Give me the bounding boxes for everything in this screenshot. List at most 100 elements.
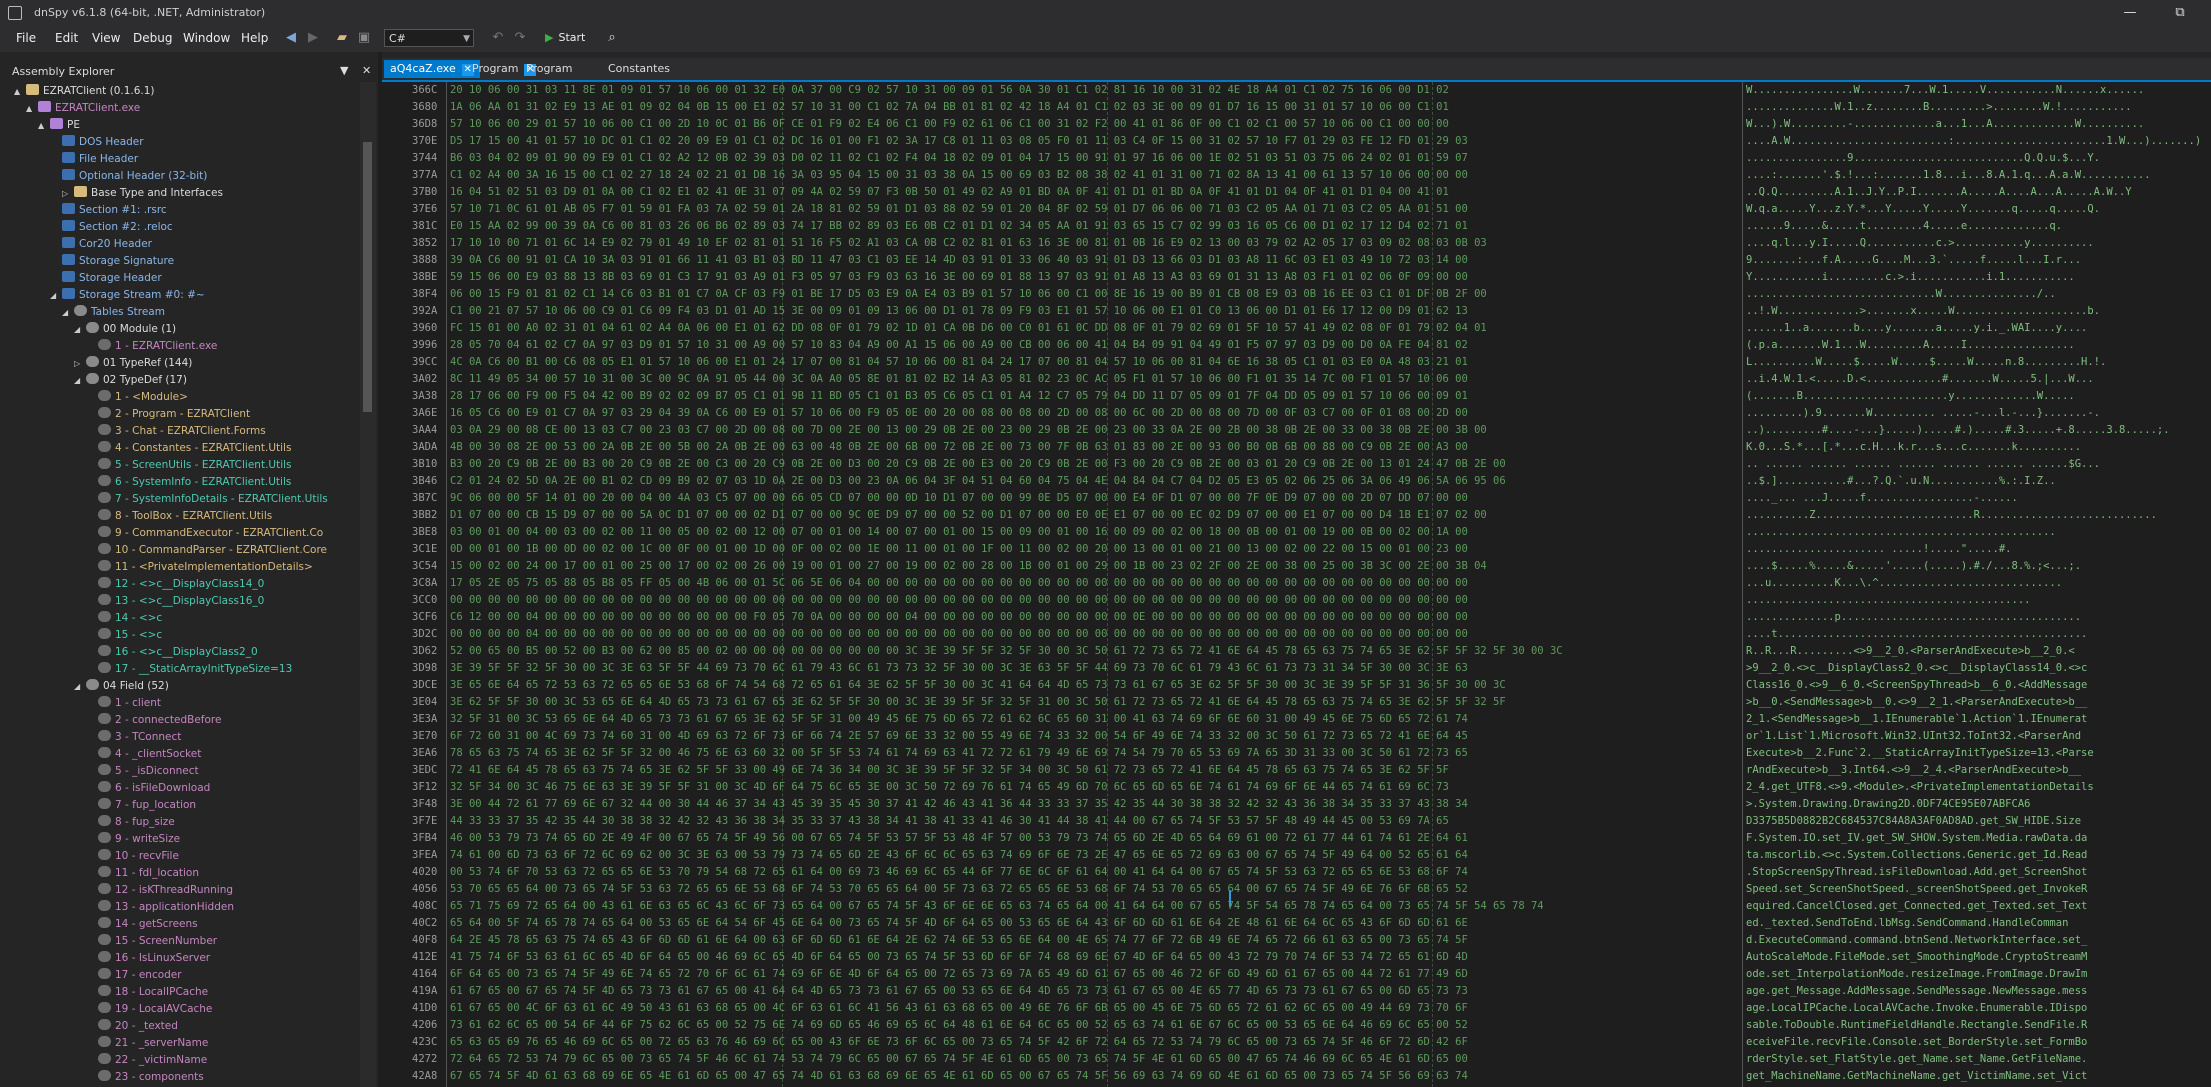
tree-node[interactable]: 16 - IsLinuxServer xyxy=(86,950,210,967)
hex-row[interactable]: 3A38 28 17 06 00 F9 00 F5 04 42 00 B9 02 … xyxy=(382,388,2211,405)
hex-ascii[interactable]: ..Q.Q.........A.1..J.Y..P.I.......A.....… xyxy=(1746,184,2132,201)
hex-bytes[interactable]: 00 00 00 00 00 00 00 00 00 00 00 00 00 0… xyxy=(450,592,1468,609)
tree-node[interactable]: 11 - <PrivateImplementationDetails> xyxy=(86,559,313,576)
language-select[interactable]: C# ▼ xyxy=(384,29,474,47)
hex-bytes[interactable]: 15 00 02 00 24 00 17 00 01 00 25 00 17 0… xyxy=(450,558,1487,575)
explorer-dropdown-icon[interactable]: ▼ xyxy=(340,64,348,77)
hex-bytes[interactable]: B3 00 20 C9 0B 2E 00 B3 00 20 C9 0B 2E 0… xyxy=(450,456,1506,473)
hex-row[interactable]: 3888 39 0A C6 00 91 01 CA 10 3A 03 91 01 … xyxy=(382,252,2211,269)
tree-node[interactable]: 13 - <>c__DisplayClass16_0 xyxy=(86,593,264,610)
hex-row[interactable]: 3B10 B3 00 20 C9 0B 2E 00 B3 00 20 C9 0B … xyxy=(382,456,2211,473)
tree-node[interactable]: 15 - <>c xyxy=(86,627,162,644)
undo-icon[interactable]: ↶ xyxy=(490,30,506,46)
hex-bytes[interactable]: E0 15 AA 02 99 00 39 0A C6 00 81 03 26 0… xyxy=(450,218,1468,235)
hex-ascii[interactable]: rAndExecute>b__3.Int64.<>9__2_4.<ParserA… xyxy=(1746,762,2081,779)
hex-bytes[interactable]: 16 05 C6 00 E9 01 C7 0A 97 03 29 04 39 0… xyxy=(450,405,1468,422)
hex-row[interactable]: 41D0 61 67 65 00 4C 6F 63 61 6C 49 50 43 … xyxy=(382,1000,2211,1017)
hex-ascii[interactable]: age.LocalIPCache.LocalAVCache.Invoke.Enu… xyxy=(1746,1000,2087,1017)
hex-bytes[interactable]: 0D 00 01 00 1B 00 0D 00 02 00 1C 00 0F 0… xyxy=(450,541,1468,558)
hex-ascii[interactable]: ....A.W.........................:.......… xyxy=(1746,133,2201,150)
tree-node[interactable]: 7 - fup_location xyxy=(86,797,196,814)
hex-ascii[interactable]: 9.......:...f.A.....G....M...3.`.....f..… xyxy=(1746,252,2081,269)
hex-row[interactable]: 3960 FC 15 01 00 A0 02 31 01 04 61 02 A4 … xyxy=(382,320,2211,337)
tree-node[interactable]: ▲ PE xyxy=(38,117,80,134)
hex-bytes[interactable]: 3E 62 5F 5F 30 00 3C 53 65 6E 64 4D 65 7… xyxy=(450,694,1506,711)
hex-row[interactable]: 3BE8 03 00 01 00 04 00 03 00 02 00 11 00 … xyxy=(382,524,2211,541)
hex-ascii[interactable]: .........).9.......W.......... .....-...… xyxy=(1746,405,2100,422)
open-icon[interactable]: ▰ xyxy=(334,30,350,46)
hex-bytes[interactable]: 61 67 65 00 67 65 74 5F 4D 65 73 73 61 6… xyxy=(450,983,1468,1000)
tree-node[interactable]: Optional Header (32-bit) xyxy=(50,168,207,185)
hex-ascii[interactable]: (.p.a.......W.1...W.........A.....I.....… xyxy=(1746,337,2075,354)
tree-node[interactable]: 7 - SystemInfoDetails - EZRATClient.Util… xyxy=(86,491,328,508)
hex-row[interactable]: 381C E0 15 AA 02 99 00 39 0A C6 00 81 03 … xyxy=(382,218,2211,235)
expander-icon[interactable]: ◢ xyxy=(74,678,86,695)
tree-node[interactable]: 17 - encoder xyxy=(86,967,182,984)
hex-bytes[interactable]: 44 33 33 37 35 42 35 44 30 38 38 32 42 3… xyxy=(450,813,1449,830)
tree-node[interactable]: 21 - _serverName xyxy=(86,1035,208,1052)
hex-ascii[interactable]: ....$.....%.....&.....'.....(.....).#./.… xyxy=(1746,558,2081,575)
hex-bytes[interactable]: 28 17 06 00 F9 00 F5 04 42 00 B9 02 02 0… xyxy=(450,388,1468,405)
hex-row[interactable]: 37B0 16 04 51 02 51 03 D9 01 0A 00 C1 02 … xyxy=(382,184,2211,201)
tree-node[interactable]: ▲ EZRATClient.exe xyxy=(26,100,140,117)
hex-ascii[interactable]: ....q.l...y.I.....Q...........c.>.......… xyxy=(1746,235,2094,252)
hex-bytes[interactable]: 00 53 74 6F 70 53 63 72 65 65 6E 53 70 7… xyxy=(450,864,1468,881)
hex-bytes[interactable]: 32 5F 34 00 3C 46 75 6E 63 3E 39 5F 5F 3… xyxy=(450,779,1449,796)
hex-row[interactable]: 370E D5 17 15 00 41 01 57 10 DC 01 C1 02 … xyxy=(382,133,2211,150)
hex-ascii[interactable]: ....t...................................… xyxy=(1746,626,2087,643)
menu-edit[interactable]: Edit xyxy=(55,31,78,45)
hex-row[interactable]: 3CF6 C6 12 00 00 04 00 00 00 00 00 00 00 … xyxy=(382,609,2211,626)
hex-ascii[interactable]: >b__0.<SendMessage>b__0.<>9__2_1.<Parser… xyxy=(1746,694,2087,711)
hex-row[interactable]: 4206 73 61 62 6C 65 00 54 6F 44 6F 75 62 … xyxy=(382,1017,2211,1034)
hex-ascii[interactable]: ...................... .....!.....".....… xyxy=(1746,541,2012,558)
hex-ascii[interactable]: >9__2_0.<>c__DisplayClass2_0.<>c__Displa… xyxy=(1746,660,2087,677)
hex-ascii[interactable]: Y...........i.........c.>.i...........i.… xyxy=(1746,269,2075,286)
hex-row[interactable]: 42A8 67 65 74 5F 4D 61 63 68 69 6E 65 4E … xyxy=(382,1068,2211,1085)
hex-bytes[interactable]: 17 05 2E 05 75 05 88 05 B8 05 FF 05 00 4… xyxy=(450,575,1468,592)
hex-bytes[interactable]: 52 00 65 00 B5 00 52 00 B3 00 62 00 85 0… xyxy=(450,643,1563,660)
tree-node[interactable]: 3 - Chat - EZRATClient.Forms xyxy=(86,423,266,440)
tree-node[interactable]: ▷ 01 TypeRef (144) xyxy=(74,355,192,372)
hex-ascii[interactable]: rderStyle.set_FlatStyle.get_Name.set_Nam… xyxy=(1746,1051,2087,1068)
tree-node[interactable]: 10 - CommandParser - EZRATClient.Core xyxy=(86,542,327,559)
hex-ascii[interactable]: ....:.......'.$.!...:.......1.8...i...8.… xyxy=(1746,167,2151,184)
hex-ascii[interactable]: ..).........#....-...}.....).....#.)....… xyxy=(1746,422,2170,439)
hex-row[interactable]: 419A 61 67 65 00 67 65 74 5F 4D 65 73 73 … xyxy=(382,983,2211,1000)
hex-row[interactable]: 4164 6F 64 65 00 73 65 74 5F 49 6E 74 65 … xyxy=(382,966,2211,983)
hex-bytes[interactable]: 32 5F 31 00 3C 53 65 6E 64 4D 65 73 73 6… xyxy=(450,711,1468,728)
hex-ascii[interactable]: or`1.List`1.Microsoft.Win32.UInt32.ToInt… xyxy=(1746,728,2081,745)
tree-node[interactable]: 2 - connectedBefore xyxy=(86,712,221,729)
hex-ascii[interactable]: ......1..a.......b....y.......a.....y.i.… xyxy=(1746,320,2087,337)
hex-bytes[interactable]: 8C 11 49 05 34 00 57 10 31 00 3C 00 9C 0… xyxy=(450,371,1468,388)
hex-row[interactable]: 38F4 06 00 15 F9 01 81 02 C1 14 C6 03 B1 … xyxy=(382,286,2211,303)
hex-bytes[interactable]: 67 65 74 5F 4D 61 63 68 69 6E 65 4E 61 6… xyxy=(450,1068,1468,1085)
tree-node[interactable]: 5 - ScreenUtils - EZRATClient.Utils xyxy=(86,457,292,474)
expander-icon[interactable]: ▷ xyxy=(74,355,86,372)
hex-row[interactable]: 412E 41 75 74 6F 53 63 61 6C 65 4D 6F 64 … xyxy=(382,949,2211,966)
hex-bytes[interactable]: C6 12 00 00 04 00 00 00 00 00 00 00 00 0… xyxy=(450,609,1468,626)
hex-row[interactable]: 3F7E 44 33 33 37 35 42 35 44 30 38 38 32 … xyxy=(382,813,2211,830)
hex-bytes[interactable]: 46 00 53 79 73 74 65 6D 2E 49 4F 00 67 6… xyxy=(450,830,1468,847)
hex-row[interactable]: 40F8 64 2E 45 78 65 63 75 74 65 43 6F 6D … xyxy=(382,932,2211,949)
hex-row[interactable]: 3EDC 72 41 6E 64 45 78 65 63 75 74 65 3E … xyxy=(382,762,2211,779)
hex-bytes[interactable]: 3E 39 5F 5F 32 5F 30 00 3C 3E 63 5F 5F 4… xyxy=(450,660,1468,677)
forward-icon[interactable]: ▶ xyxy=(305,30,321,46)
hex-row[interactable]: 3F48 3E 00 44 72 61 77 69 6E 67 32 44 00 … xyxy=(382,796,2211,813)
tree-node[interactable]: File Header xyxy=(50,151,138,168)
save-all-icon[interactable]: ▣ xyxy=(356,30,372,46)
hex-ascii[interactable]: D3375B5D0882B2C684537C84A8A3AF0AD8AD.get… xyxy=(1746,813,2081,830)
hex-ascii[interactable]: ..............................W.........… xyxy=(1746,286,2056,303)
tree-node[interactable]: 17 - __StaticArrayInitTypeSize=13 xyxy=(86,661,292,678)
hex-ascii[interactable]: (.......B.......................y.......… xyxy=(1746,388,2075,405)
tree-node[interactable]: Section #1: .rsrc xyxy=(50,202,167,219)
hex-ascii[interactable]: F.System.IO.set_IV.get_SW_SHOW.System.Me… xyxy=(1746,830,2087,847)
tree-node[interactable]: 8 - fup_size xyxy=(86,814,175,831)
hex-bytes[interactable]: 65 63 65 69 76 65 46 69 6C 65 00 72 65 6… xyxy=(450,1034,1468,1051)
hex-ascii[interactable]: ta.mscorlib.<>c.System.Collections.Gener… xyxy=(1746,847,2087,864)
hex-bytes[interactable]: 6F 72 60 31 00 4C 69 73 74 60 31 00 4D 6… xyxy=(450,728,1468,745)
hex-bytes[interactable]: 65 64 00 5F 74 65 78 74 65 64 00 53 65 6… xyxy=(450,915,1468,932)
tree-node[interactable]: 4 - Constantes - EZRATClient.Utils xyxy=(86,440,291,457)
hex-bytes[interactable]: 73 61 62 6C 65 00 54 6F 44 6F 75 62 6C 6… xyxy=(450,1017,1468,1034)
hex-bytes[interactable]: B6 03 04 02 09 01 90 09 E9 01 C1 02 A2 1… xyxy=(450,150,1468,167)
hex-bytes[interactable]: 53 70 65 65 64 00 73 65 74 5F 53 63 72 6… xyxy=(450,881,1468,898)
